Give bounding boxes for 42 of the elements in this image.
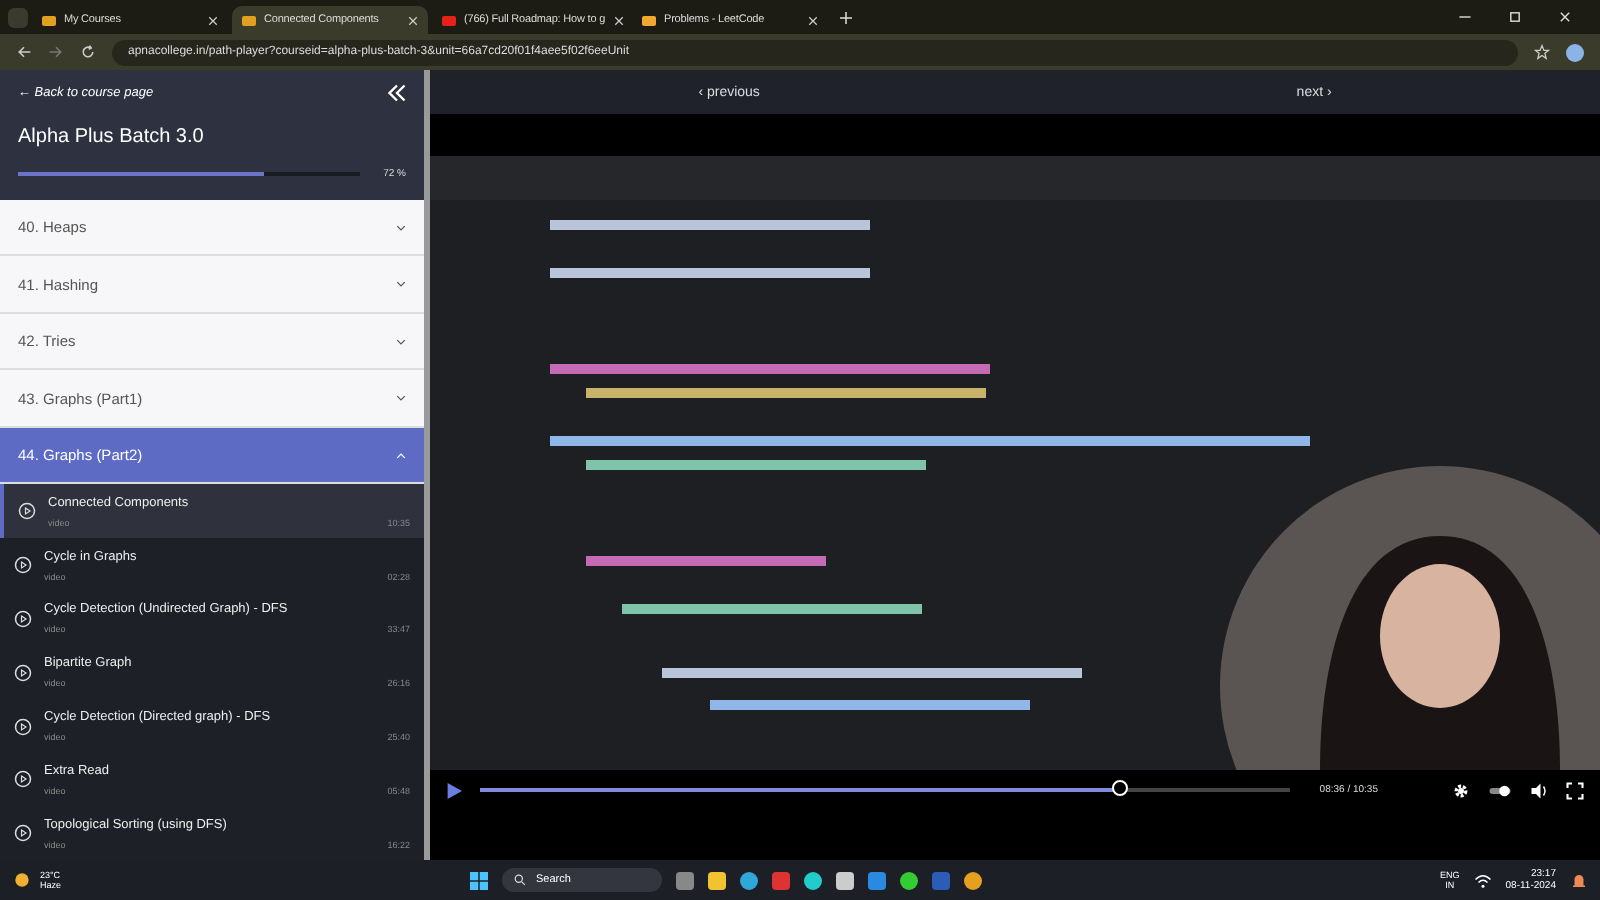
reload-icon[interactable] xyxy=(80,44,96,60)
chevron-icon xyxy=(396,280,406,289)
site-icon xyxy=(642,15,656,25)
chevron-icon xyxy=(396,394,406,403)
play-icon xyxy=(14,717,32,736)
course-title: Alpha Plus Batch 3.0 xyxy=(18,126,206,148)
start-icon[interactable] xyxy=(470,871,488,889)
search-icon xyxy=(514,874,526,886)
play-icon xyxy=(14,609,32,628)
forward-icon[interactable] xyxy=(48,44,64,60)
site-icon xyxy=(42,15,56,25)
bell-icon[interactable] xyxy=(1570,871,1588,889)
volume-icon[interactable] xyxy=(1530,781,1548,799)
collapse-icon[interactable] xyxy=(388,83,406,101)
profile-avatar[interactable] xyxy=(1566,43,1584,61)
fullscreen-icon[interactable] xyxy=(1566,781,1584,799)
close-icon[interactable] xyxy=(408,15,418,25)
site-icon xyxy=(242,15,256,25)
toggle-icon[interactable] xyxy=(1488,781,1512,799)
star-icon[interactable] xyxy=(1534,44,1550,60)
restore-icon[interactable] xyxy=(1508,10,1522,24)
close-icon[interactable] xyxy=(613,15,624,25)
play-icon xyxy=(14,663,32,682)
settings-icon[interactable] xyxy=(1452,781,1470,799)
back-icon[interactable] xyxy=(16,44,32,60)
sun-icon xyxy=(12,870,32,890)
minimize-icon[interactable] xyxy=(1458,10,1472,24)
wifi-icon[interactable] xyxy=(1473,871,1492,889)
chevron-icon xyxy=(396,451,406,460)
seek-handle[interactable] xyxy=(1111,780,1128,796)
chevron-icon xyxy=(396,223,406,232)
play-icon[interactable] xyxy=(446,781,462,799)
new-tab-icon[interactable] xyxy=(840,11,852,23)
site-icon xyxy=(442,15,456,25)
play-icon xyxy=(14,824,32,843)
play-icon xyxy=(14,770,32,789)
play-icon xyxy=(18,502,36,521)
close-icon[interactable] xyxy=(808,15,818,25)
close-icon[interactable] xyxy=(1558,10,1572,24)
close-icon[interactable] xyxy=(208,15,218,25)
play-icon xyxy=(14,556,32,575)
chevron-icon xyxy=(396,337,406,346)
